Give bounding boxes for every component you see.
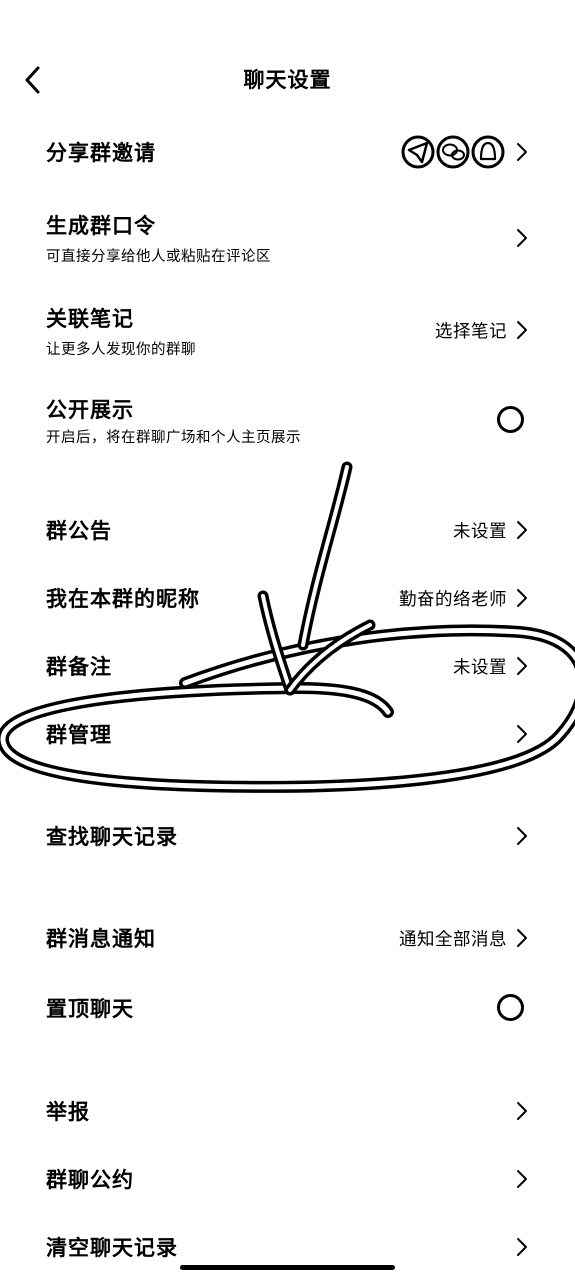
share-icons bbox=[401, 135, 505, 169]
chevron-right-icon bbox=[517, 229, 527, 247]
group-remark-label: 群备注 bbox=[46, 655, 112, 679]
link-note-row[interactable]: 关联笔记 让更多人发现你的群聊 选择笔记 bbox=[0, 293, 575, 373]
link-note-sub: 让更多人发现你的群聊 bbox=[46, 342, 196, 358]
announcement-label: 群公告 bbox=[46, 519, 112, 543]
page-title: 聊天设置 bbox=[243, 68, 332, 92]
msg-notify-row[interactable]: 群消息通知 通知全部消息 bbox=[0, 913, 575, 963]
group-remark-row[interactable]: 群备注 未设置 bbox=[0, 641, 575, 691]
share-channel-3-icon bbox=[471, 135, 505, 169]
share-channel-1-icon bbox=[401, 135, 435, 169]
home-indicator bbox=[180, 1265, 395, 1270]
public-show-sub: 开启后，将在群聊广场和个人主页展示 bbox=[46, 430, 301, 446]
nickname-label: 我在本群的昵称 bbox=[46, 587, 200, 611]
chevron-right-icon bbox=[517, 827, 527, 845]
chevron-right-icon bbox=[517, 657, 527, 675]
chevron-right-icon bbox=[517, 521, 527, 539]
public-show-label: 公开展示 bbox=[46, 398, 134, 422]
public-show-toggle[interactable] bbox=[497, 406, 524, 433]
chevron-right-icon bbox=[517, 1102, 527, 1120]
chevron-right-icon bbox=[517, 589, 527, 607]
chevron-right-icon bbox=[517, 1170, 527, 1188]
link-note-label: 关联笔记 bbox=[46, 307, 134, 331]
link-note-value: 选择笔记 bbox=[435, 322, 507, 342]
share-invite-label: 分享群邀请 bbox=[46, 141, 156, 165]
pin-chat-toggle[interactable] bbox=[497, 994, 524, 1021]
convention-row[interactable]: 群聊公约 bbox=[0, 1154, 575, 1204]
convention-label: 群聊公约 bbox=[46, 1168, 134, 1192]
announcement-value: 未设置 bbox=[453, 522, 507, 542]
gen-code-row[interactable]: 生成群口令 可直接分享给他人或粘贴在评论区 bbox=[0, 200, 575, 280]
chevron-right-icon bbox=[517, 143, 527, 161]
pin-chat-row: 置顶聊天 bbox=[0, 983, 575, 1033]
report-label: 举报 bbox=[46, 1100, 90, 1124]
msg-notify-label: 群消息通知 bbox=[46, 927, 156, 951]
group-manage-row[interactable]: 群管理 bbox=[0, 709, 575, 759]
nickname-row[interactable]: 我在本群的昵称 勤奋的络老师 bbox=[0, 573, 575, 623]
gen-code-sub: 可直接分享给他人或粘贴在评论区 bbox=[46, 249, 271, 265]
gen-code-label: 生成群口令 bbox=[46, 214, 156, 238]
chevron-right-icon bbox=[517, 725, 527, 743]
clear-history-row[interactable]: 清空聊天记录 bbox=[0, 1222, 575, 1268]
chevron-right-icon bbox=[517, 929, 527, 947]
clear-history-label: 清空聊天记录 bbox=[46, 1236, 178, 1260]
nickname-value: 勤奋的络老师 bbox=[399, 590, 507, 610]
share-channel-2-icon bbox=[436, 135, 470, 169]
report-row[interactable]: 举报 bbox=[0, 1086, 575, 1136]
nav-bar: 聊天设置 bbox=[0, 0, 575, 120]
chevron-right-icon bbox=[517, 321, 527, 339]
group-manage-label: 群管理 bbox=[46, 723, 112, 747]
msg-notify-value: 通知全部消息 bbox=[399, 930, 507, 950]
chevron-right-icon bbox=[517, 1238, 527, 1256]
search-history-label: 查找聊天记录 bbox=[46, 825, 178, 849]
share-invite-row[interactable]: 分享群邀请 bbox=[0, 120, 575, 184]
announcement-row[interactable]: 群公告 未设置 bbox=[0, 505, 575, 555]
public-show-row: 公开展示 开启后，将在群聊广场和个人主页展示 bbox=[0, 384, 575, 464]
search-history-row[interactable]: 查找聊天记录 bbox=[0, 811, 575, 861]
group-remark-value: 未设置 bbox=[453, 658, 507, 678]
pin-chat-label: 置顶聊天 bbox=[46, 997, 134, 1021]
